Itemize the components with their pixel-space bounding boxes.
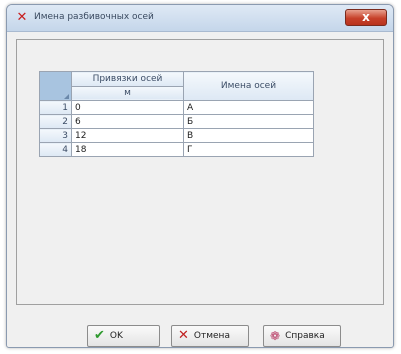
row-number[interactable]: 2 xyxy=(39,114,72,129)
close-button[interactable]: x xyxy=(345,9,387,26)
table-row: 1 0 А xyxy=(39,100,314,115)
checkmark-icon: ✔ xyxy=(94,328,105,343)
title-bar[interactable]: ✕ Имена разбивочных осей x xyxy=(7,5,393,32)
row-number[interactable]: 3 xyxy=(39,128,72,143)
table-row: 2 6 Б xyxy=(39,114,314,129)
axes-panel: Привязки осей Имена осей м 1 0 А 2 6 Б 3… xyxy=(16,39,384,305)
binding-cell[interactable]: 6 xyxy=(71,114,184,129)
binding-cell[interactable]: 0 xyxy=(71,100,184,115)
row-number[interactable]: 1 xyxy=(39,100,72,115)
name-cell[interactable]: А xyxy=(183,100,314,115)
ok-label: OK xyxy=(109,331,123,341)
row-number[interactable]: 4 xyxy=(39,142,72,157)
binding-cell[interactable]: 12 xyxy=(71,128,184,143)
cancel-label: Отмена xyxy=(193,331,230,341)
name-cell[interactable]: В xyxy=(183,128,314,143)
table-row: 3 12 В xyxy=(39,128,314,143)
table-row: 4 18 Г xyxy=(39,142,314,157)
name-cell[interactable]: Б xyxy=(183,114,314,129)
header-bindings[interactable]: Привязки осей xyxy=(71,71,184,87)
dialog-window: ✕ Имена разбивочных осей x Привязки осей… xyxy=(6,4,394,348)
cancel-button[interactable]: ✕ Отмена xyxy=(171,325,249,347)
help-icon: ❁ xyxy=(270,329,281,343)
header-names[interactable]: Имена осей xyxy=(183,71,314,101)
name-cell[interactable]: Г xyxy=(183,142,314,157)
ok-button[interactable]: ✔ OK xyxy=(87,325,160,347)
x-icon: ✕ xyxy=(178,328,189,343)
help-label: Справка xyxy=(285,331,325,341)
help-button[interactable]: ❁ Справка xyxy=(263,325,341,347)
app-icon: ✕ xyxy=(16,10,28,25)
select-all-corner[interactable] xyxy=(39,71,72,101)
header-bindings-unit: м xyxy=(71,85,184,101)
window-title: Имена разбивочных осей xyxy=(34,12,154,22)
binding-cell[interactable]: 18 xyxy=(71,142,184,157)
axes-table: Привязки осей Имена осей м 1 0 А 2 6 Б 3… xyxy=(39,71,314,157)
